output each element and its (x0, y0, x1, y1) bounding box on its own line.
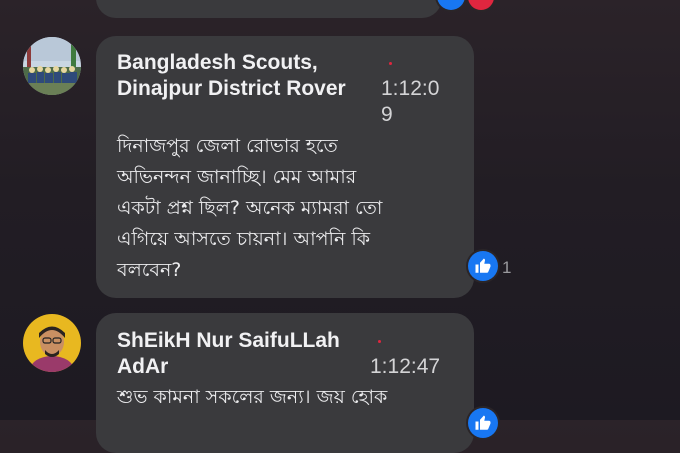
comment-author-name[interactable]: Bangladesh Scouts, Dinajpur District Rov… (117, 50, 346, 102)
comment-bubble-previous (96, 0, 442, 18)
like-reaction-icon[interactable] (468, 408, 498, 438)
like-count[interactable]: 1 (502, 258, 511, 278)
comment-author-name[interactable]: ShEikH Nur SaifuLLah AdAr (117, 328, 340, 380)
live-indicator-dot (378, 340, 381, 343)
author-name-line-1[interactable]: Bangladesh Scouts, (117, 50, 346, 76)
like-reaction-icon[interactable] (468, 251, 498, 281)
comment-timestamp: 1:12:0 9 (381, 76, 439, 128)
love-reaction-icon[interactable] (468, 0, 494, 10)
avatar[interactable] (23, 314, 81, 372)
author-name-line-1[interactable]: ShEikH Nur SaifuLLah (117, 328, 340, 354)
timestamp-line-2: 9 (381, 103, 393, 126)
thumbs-up-icon (475, 258, 491, 273)
timestamp-line-1: 1:12:0 (381, 77, 440, 100)
avatar-group-photo-icon (23, 37, 81, 95)
author-name-line-2[interactable]: Dinajpur District Rover (117, 76, 346, 102)
avatar[interactable] (23, 37, 81, 95)
like-reaction-icon[interactable] (437, 0, 465, 10)
comment-text: শুভ কামনা সকলের জন্য। জয় হোক (117, 386, 388, 408)
avatar-person-photo-icon (23, 314, 81, 372)
thumbs-up-icon (475, 415, 491, 430)
live-indicator-dot (389, 62, 392, 65)
author-name-line-2[interactable]: AdAr (117, 354, 340, 380)
comment-text: দিনাজপুর জেলা রোভার হতে অভিনন্দন জানাচ্ছ… (117, 135, 383, 281)
comment-timestamp: 1:12:47 (370, 355, 441, 378)
